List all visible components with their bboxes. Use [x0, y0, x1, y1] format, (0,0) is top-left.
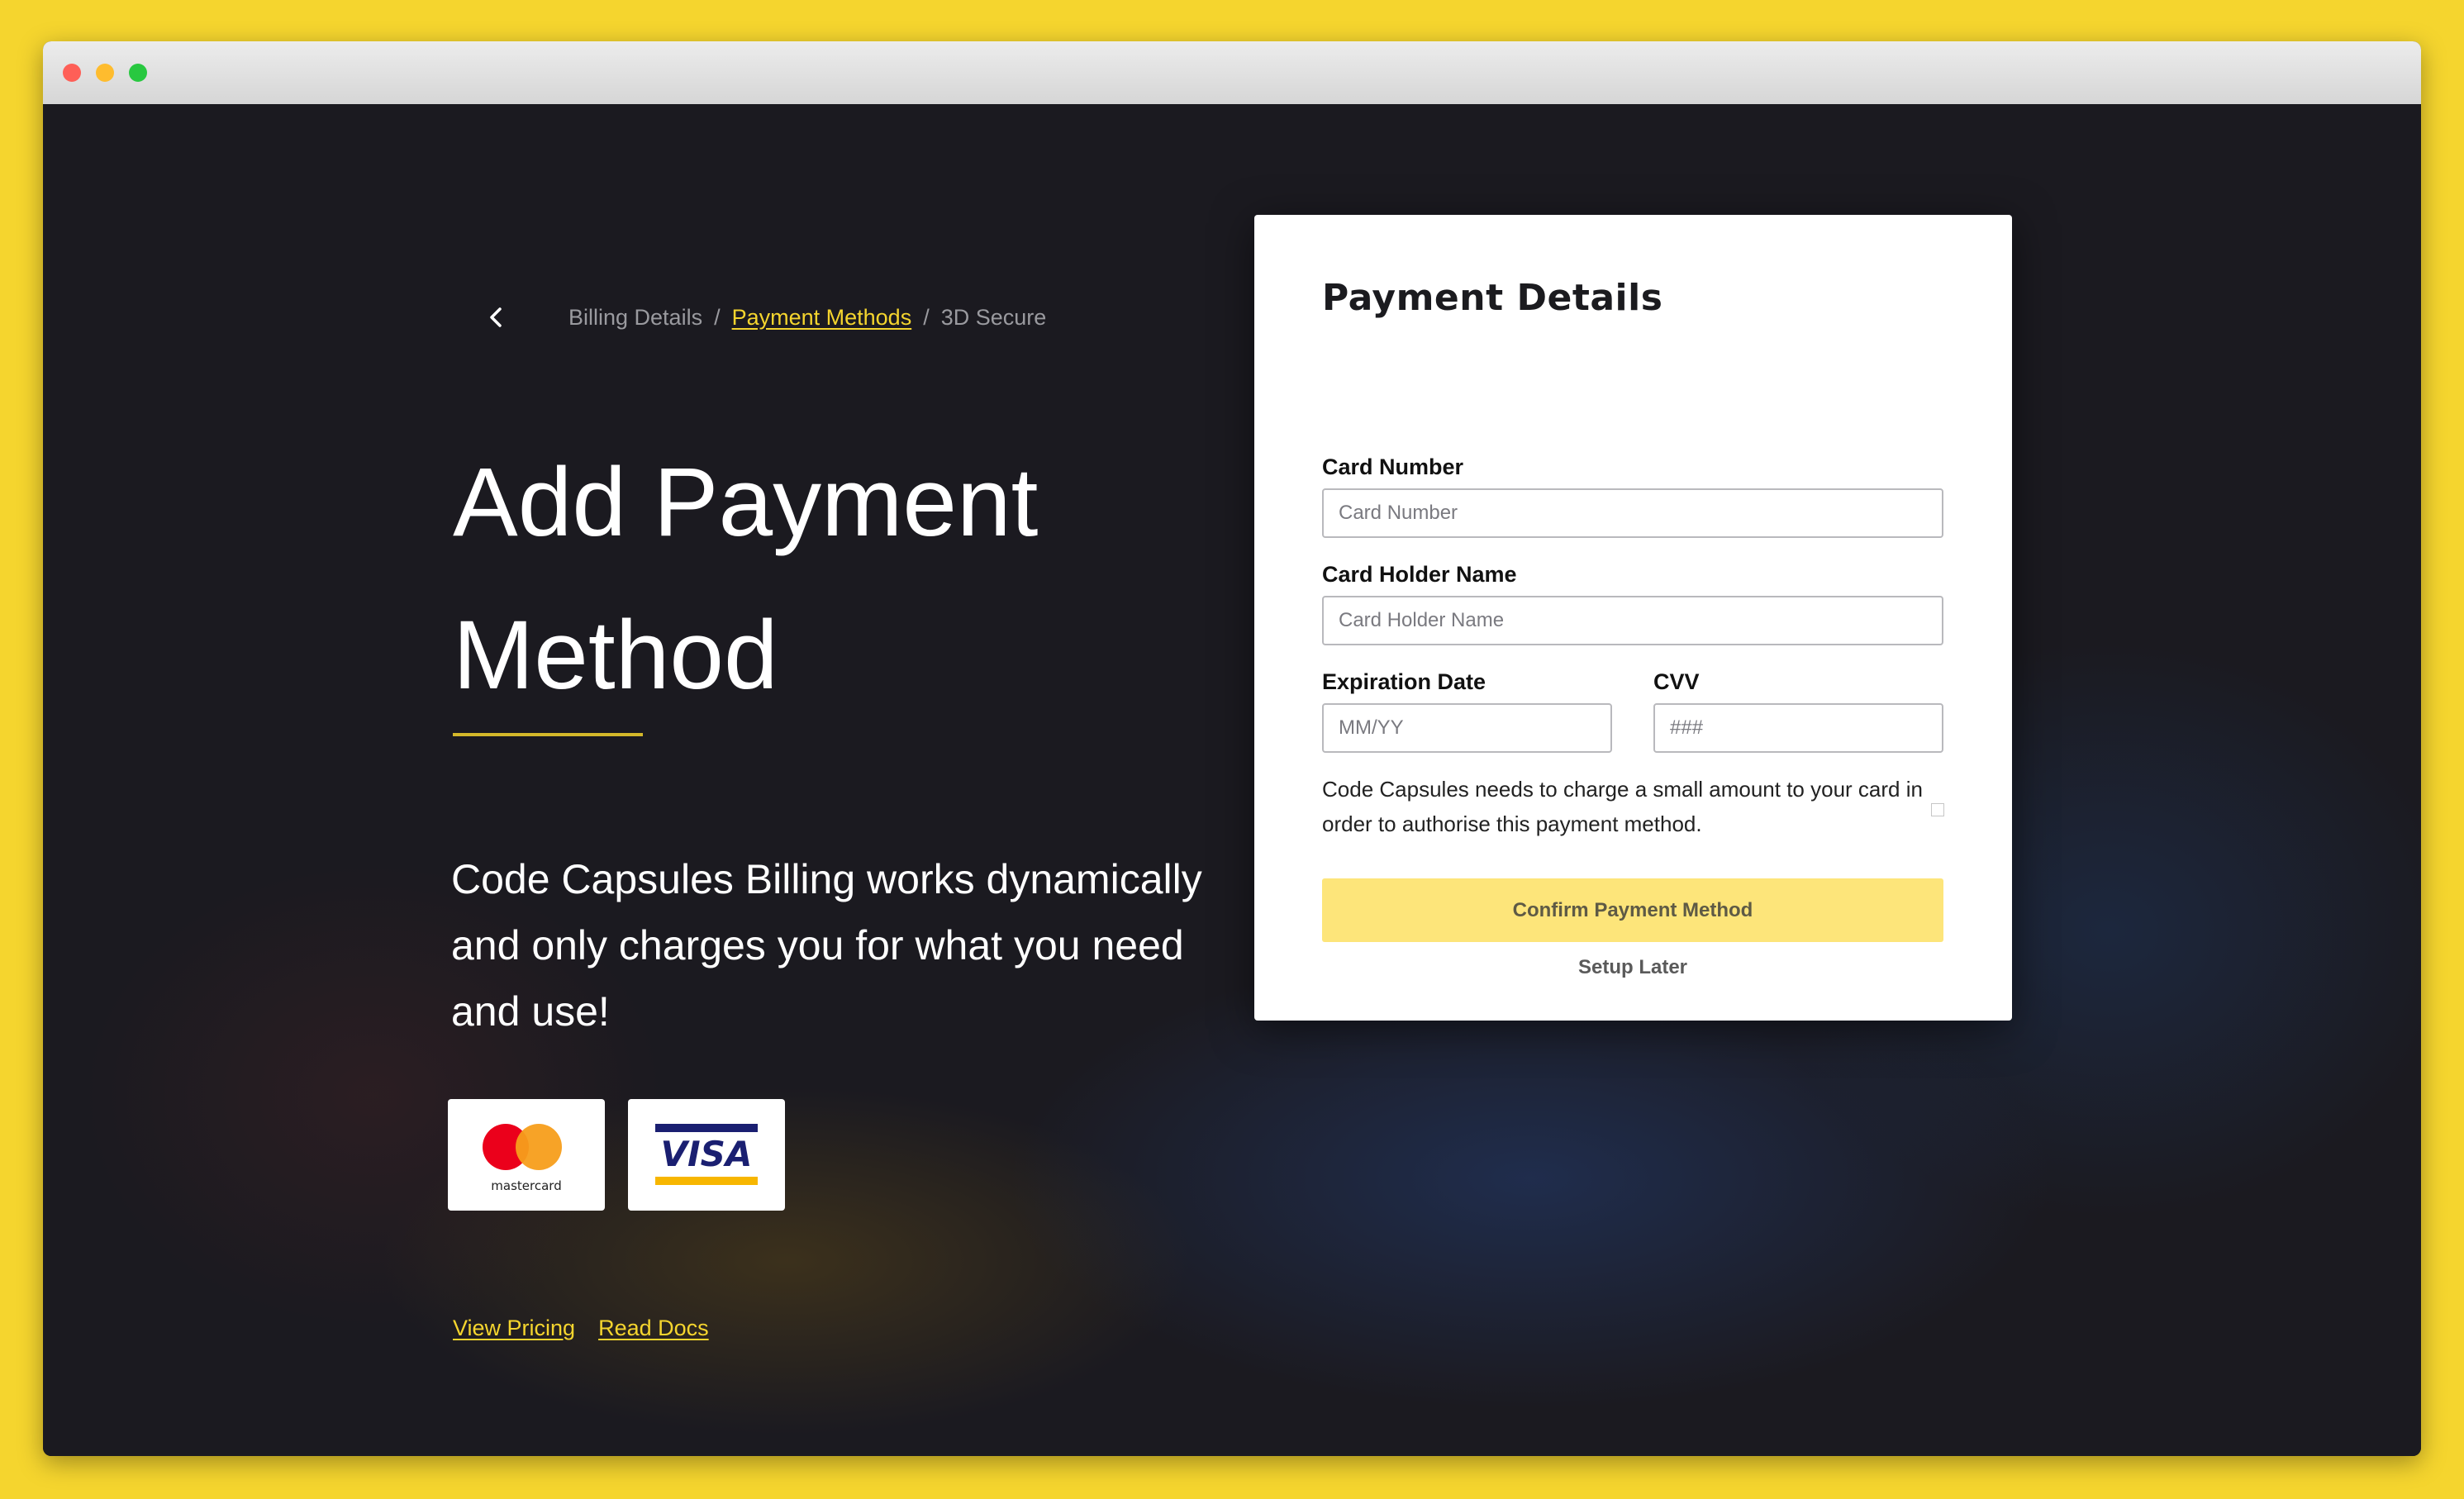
expiration-date-label: Expiration Date: [1322, 669, 1486, 694]
page-title: Add Payment Method: [453, 426, 1196, 732]
back-button[interactable]: [476, 297, 517, 338]
mastercard-logo: mastercard: [448, 1099, 605, 1211]
visa-blue-band: [655, 1124, 758, 1132]
panel-title: Payment Details: [1322, 277, 1663, 319]
breadcrumb-3d-secure[interactable]: 3D Secure: [941, 305, 1047, 331]
card-number-input[interactable]: [1322, 488, 1943, 538]
title-underline-divider: [453, 733, 643, 736]
confirm-payment-method-button[interactable]: Confirm Payment Method: [1322, 878, 1943, 942]
authorisation-note: Code Capsules needs to charge a small am…: [1322, 777, 1923, 836]
breadcrumb-billing-details[interactable]: Billing Details: [568, 305, 702, 331]
mastercard-orange-circle: [516, 1124, 562, 1170]
page-title-line-2: Method: [453, 601, 778, 710]
expiration-date-input[interactable]: [1322, 703, 1612, 753]
window-titlebar: [43, 41, 2421, 105]
maximize-window-button[interactable]: [129, 64, 147, 82]
billing-description: Code Capsules Billing works dynamically …: [451, 856, 1202, 1035]
background-code-decoration: [942, 1224, 996, 1299]
cvv-input[interactable]: [1653, 703, 1943, 753]
minimize-window-button[interactable]: [96, 64, 114, 82]
breadcrumb-separator: /: [714, 304, 721, 330]
background-code-decoration: [1107, 1356, 1161, 1431]
chevron-left-icon: [490, 307, 502, 327]
breadcrumb: Billing Details / Payment Methods / 3D S…: [568, 297, 1046, 338]
footer-links: View Pricing Read Docs: [453, 1316, 709, 1341]
breadcrumb-payment-methods[interactable]: Payment Methods: [732, 305, 912, 331]
background-code-decoration: [777, 1050, 830, 1125]
breadcrumb-separator: /: [923, 304, 930, 330]
cvv-label: CVV: [1653, 669, 1700, 694]
page-content: Billing Details / Payment Methods / 3D S…: [43, 104, 2421, 1456]
visa-gold-band: [655, 1177, 758, 1185]
view-pricing-link[interactable]: View Pricing: [453, 1316, 575, 1341]
mastercard-wordmark: mastercard: [491, 1178, 562, 1193]
read-docs-link[interactable]: Read Docs: [598, 1316, 709, 1341]
background-code-decoration: [1443, 1135, 1486, 1206]
card-number-label: Card Number: [1322, 454, 1464, 479]
visa-wordmark: VISA: [660, 1134, 753, 1174]
browser-window: Billing Details / Payment Methods / 3D S…: [43, 41, 2421, 1456]
authorisation-checkbox[interactable]: [1931, 803, 1944, 816]
visa-logo: VISA: [628, 1099, 785, 1211]
setup-later-button[interactable]: Setup Later: [1322, 947, 1943, 988]
close-window-button[interactable]: [63, 64, 81, 82]
payment-details-panel: Payment Details Card Number Card Holder …: [1254, 215, 2012, 1021]
card-holder-name-label: Card Holder Name: [1322, 562, 1517, 587]
card-holder-name-input[interactable]: [1322, 596, 1943, 645]
page-title-line-1: Add Payment: [453, 448, 1039, 557]
